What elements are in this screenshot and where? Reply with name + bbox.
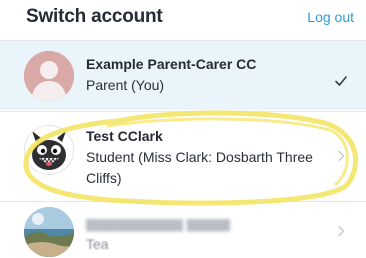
account-name: ▆▆▆▆▆▆▆▆▆ ▆▆▆▆ bbox=[86, 215, 230, 231]
account-role: Parent (You) bbox=[86, 77, 165, 93]
account-role: Tea bbox=[86, 236, 109, 252]
account-name: Example Parent-Carer CC bbox=[86, 56, 257, 72]
person-silhouette-icon bbox=[24, 51, 74, 101]
account-row-student[interactable]: Test CClark Student (Miss Clark: Dosbart… bbox=[0, 112, 366, 199]
monster-avatar-icon bbox=[24, 125, 74, 175]
account-row-parent[interactable]: Example Parent-Carer CC Parent (You) bbox=[0, 41, 366, 110]
checkmark-icon bbox=[334, 74, 348, 88]
chevron-right-icon bbox=[334, 149, 348, 163]
account-info: Example Parent-Carer CC Parent (You) bbox=[86, 55, 326, 96]
account-info: Test CClark Student (Miss Clark: Dosbart… bbox=[86, 127, 326, 189]
header: Switch account Log out bbox=[0, 0, 366, 34]
chevron-right-icon bbox=[334, 224, 348, 238]
account-row-other[interactable]: ▆▆▆▆▆▆▆▆▆ ▆▆▆▆ Tea bbox=[0, 202, 366, 258]
account-info: ▆▆▆▆▆▆▆▆▆ ▆▆▆▆ Tea bbox=[86, 214, 326, 255]
logout-link[interactable]: Log out bbox=[307, 9, 354, 25]
page-title: Switch account bbox=[26, 6, 163, 27]
coastline-photo-icon bbox=[24, 207, 74, 257]
switch-account-screen: Switch account Log out Example Parent-Ca… bbox=[0, 0, 366, 258]
account-name: Test CClark bbox=[86, 128, 163, 144]
account-role: Student (Miss Clark: Dosbarth Three Clif… bbox=[86, 149, 313, 186]
